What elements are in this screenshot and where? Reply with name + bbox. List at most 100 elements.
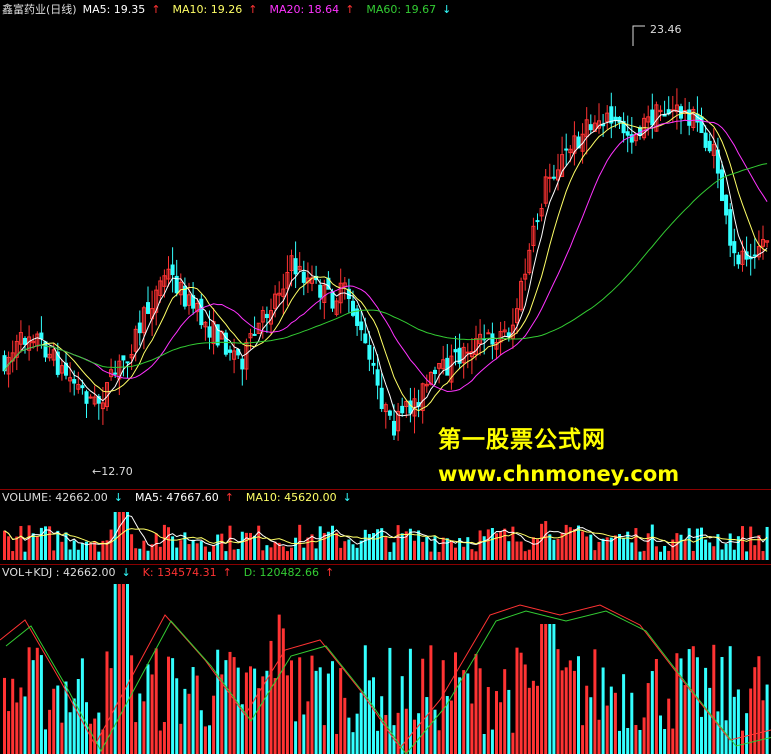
kdj-volume-bar	[265, 670, 269, 754]
kdj-volume-bar	[212, 695, 216, 754]
volume-bar	[23, 551, 27, 560]
kdj-volume-bar	[536, 685, 539, 754]
volume-bar	[429, 551, 433, 560]
volume-bar	[749, 526, 753, 560]
volume-bar	[310, 534, 314, 560]
candle-body	[728, 209, 733, 246]
volume-bar	[499, 531, 503, 560]
kdj-volume-bar	[503, 669, 507, 754]
volume-bar	[515, 541, 519, 560]
volume-bar	[474, 551, 478, 560]
volume-bar	[265, 545, 269, 560]
volume-bar	[306, 537, 310, 560]
kdj-volume-bar	[113, 584, 117, 754]
kdj-volume-bar	[294, 721, 298, 754]
kdj-volume-bar	[601, 667, 605, 754]
kdj-volume-bar	[367, 680, 371, 754]
kdj-volume-bar	[380, 696, 384, 754]
kdj-volume-bar	[277, 614, 281, 754]
kdj-volume-bar	[39, 655, 43, 754]
kdj-volume-bar	[290, 660, 293, 754]
volume-bar	[302, 547, 306, 560]
kdj-volume-bar	[15, 702, 19, 754]
volume-bar	[236, 548, 240, 560]
kdj-volume-bar	[425, 697, 429, 754]
kdj-volume-bar	[249, 666, 252, 754]
volume-bar	[654, 546, 658, 560]
kdj-volume-bar	[708, 687, 712, 754]
volume-bar	[355, 547, 359, 560]
kdj-volume-bar	[298, 657, 302, 754]
volume-bar	[663, 545, 667, 560]
kdj-volume-bar	[27, 647, 31, 754]
kdj-volume-bar	[60, 722, 64, 754]
kdj-volume-bar	[638, 729, 642, 754]
volume-bar	[68, 549, 72, 560]
kdj-volume-bar	[605, 705, 609, 754]
kdj-volume-bar	[408, 648, 412, 754]
kdj-volume-bar	[154, 648, 158, 754]
volume-bar	[695, 528, 699, 560]
kdj-volume-bar	[519, 652, 523, 754]
candle-body	[23, 337, 27, 345]
volume-bar	[548, 534, 552, 560]
volume-bar	[413, 540, 416, 560]
kdj-volume-bar	[351, 732, 355, 754]
volume-bar	[199, 541, 203, 560]
candle-body	[137, 322, 142, 334]
volume-bar	[482, 536, 486, 560]
kdj-volume-bar	[663, 729, 667, 754]
candle-body	[490, 333, 495, 345]
kdj-volume-bar	[191, 667, 195, 754]
candle-body	[207, 326, 212, 338]
kdj-volume-bar	[318, 667, 322, 754]
kdj-volume-bar	[130, 655, 134, 754]
volume-bar	[314, 548, 318, 560]
volume-bar	[56, 530, 60, 560]
volume-bar	[646, 533, 650, 560]
kdj-volume-bar	[700, 716, 703, 754]
volume-bar	[523, 551, 527, 560]
candle-body	[433, 369, 437, 375]
kdj-volume-bar	[671, 728, 675, 754]
kdj-volume-bar	[511, 732, 515, 754]
volume-bar	[126, 512, 129, 560]
candle-body	[371, 362, 376, 366]
kdj-volume-bar	[683, 685, 687, 754]
volume-bar	[765, 526, 769, 560]
stock-chart-canvas[interactable]	[0, 0, 771, 754]
volume-bar	[527, 549, 531, 560]
kdj-volume-bar	[376, 730, 380, 754]
volume-bar	[495, 533, 498, 560]
kdj-volume-bar	[232, 657, 236, 754]
candle-body	[453, 349, 458, 353]
volume-bar	[224, 551, 228, 560]
volume-bar	[630, 542, 634, 560]
kdj-volume-bar	[597, 719, 601, 754]
volume-bar	[732, 549, 736, 560]
volume-bar	[708, 542, 712, 560]
kdj-volume-bar	[613, 692, 617, 754]
volume-bar	[712, 546, 716, 560]
kdj-volume-bar	[236, 667, 240, 754]
kdj-volume-bar	[257, 688, 261, 754]
volume-bar	[130, 534, 134, 560]
kdj-volume-bar	[183, 688, 187, 754]
kdj-volume-bar	[531, 680, 535, 754]
kdj-volume-bar	[52, 688, 56, 754]
kdj-volume-bar	[716, 711, 720, 754]
volume-bar	[281, 546, 285, 560]
volume-bar	[175, 547, 179, 560]
watermark-url: www.chnmoney.com	[438, 462, 680, 486]
volume-bar	[142, 540, 146, 560]
kdj-volume-bar	[593, 649, 597, 754]
kdj-volume-bar	[712, 644, 716, 754]
candlestick-series	[2, 88, 770, 441]
kdj-volume-bar	[355, 713, 359, 754]
kdj-volume-bar	[372, 677, 375, 754]
kdj-volume-bar	[691, 646, 695, 754]
volume-bar	[203, 546, 207, 560]
kdj-volume-bar	[331, 661, 334, 754]
volume-bar	[273, 541, 277, 560]
candle-body	[445, 357, 450, 376]
